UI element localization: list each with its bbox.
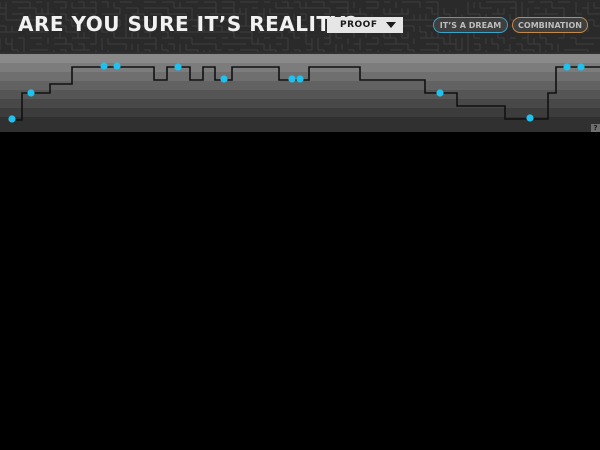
event-marker-dot — [100, 62, 108, 70]
event-marker-dot — [8, 115, 16, 123]
event-marker-dot — [526, 114, 534, 122]
chevron-down-icon — [386, 22, 396, 28]
event-marker-dot — [174, 63, 182, 71]
event-marker-dot — [113, 62, 121, 70]
dream-level-timeline[interactable] — [0, 52, 600, 132]
event-marker-dot — [296, 75, 304, 83]
level-band — [0, 108, 600, 117]
level-band — [0, 54, 600, 63]
event-marker-dot — [220, 75, 228, 83]
its-a-dream-button[interactable]: IT’S A DREAM — [433, 17, 508, 33]
combination-button[interactable]: COMBINATION — [512, 17, 588, 33]
level-band — [0, 99, 600, 108]
help-button[interactable]: ? — [591, 124, 600, 132]
proof-dropdown[interactable]: PROOF — [327, 17, 403, 33]
level-band — [0, 90, 600, 99]
event-marker-dot — [563, 63, 571, 71]
page-title: ARE YOU SURE IT’S REALITY? — [18, 12, 358, 36]
event-marker-dot — [436, 89, 444, 97]
dropdown-selected-label: PROOF — [340, 20, 378, 30]
header-bar: ARE YOU SURE IT’S REALITY? PROOF IT’S A … — [0, 0, 600, 52]
event-marker-dot — [27, 89, 35, 97]
event-marker-dot — [288, 75, 296, 83]
event-marker-dot — [577, 63, 585, 71]
